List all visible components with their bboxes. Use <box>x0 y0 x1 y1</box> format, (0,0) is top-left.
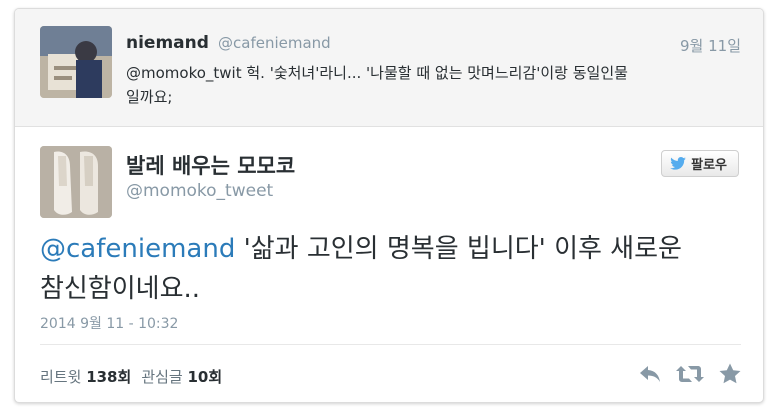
avatar-photo-icon <box>40 26 112 98</box>
favorite-stat[interactable]: 관심글 10회 <box>141 366 222 387</box>
reply-icon[interactable] <box>639 365 661 387</box>
divider <box>40 344 741 345</box>
avatar-ballet-shoes-icon <box>40 146 112 218</box>
tweet-timestamp[interactable]: 2014 9월 11 - 10:32 <box>40 313 178 333</box>
tweet-text: @cafeniemand '삶과 고인의 명복을 빕니다' 이후 새로운 참신함… <box>40 229 740 309</box>
reply-author-handle[interactable]: @cafeniemand <box>218 34 331 52</box>
reply-text-line: @momoko_twit 헉. '숯처녀'라니... '나물할 때 없는 맛며느… <box>126 64 628 82</box>
favorite-star-icon[interactable] <box>719 363 741 388</box>
tweet-text-line: 참신함이네요.. <box>40 274 201 304</box>
retweet-icon[interactable] <box>675 365 705 387</box>
follow-button-label: 팔로우 <box>691 158 727 173</box>
reply-author-name[interactable]: niemand <box>126 33 209 53</box>
tweet-text-part: '삶과 고인의 명복을 빕니다' 이후 새로운 <box>235 234 682 264</box>
follow-button[interactable]: 팔로우 <box>661 150 739 177</box>
reply-author-avatar[interactable] <box>40 26 112 98</box>
favorite-stat-label: 관심글 <box>141 368 183 386</box>
tweet-stats: 리트윗 138회 관심글 10회 <box>40 366 222 387</box>
embedded-tweet-card: niemand @cafeniemand 9월 11일 @momoko_twit… <box>14 8 764 403</box>
retweet-count: 138회 <box>86 368 132 386</box>
retweet-stat[interactable]: 리트윗 138회 <box>40 366 131 387</box>
tweet-author-avatar[interactable] <box>40 146 112 218</box>
tweet-author-name[interactable]: 발레 배우는 모모코 <box>126 150 295 180</box>
reply-to-tweet[interactable]: niemand @cafeniemand 9월 11일 @momoko_twit… <box>15 9 763 127</box>
tweet-text-line: @cafeniemand '삶과 고인의 명복을 빕니다' 이후 새로운 <box>40 229 740 269</box>
reply-text-line: 일까요; <box>126 88 173 106</box>
reply-date[interactable]: 9월 11일 <box>680 35 741 56</box>
tweet-author-handle[interactable]: @momoko_tweet <box>126 181 273 201</box>
reply-text: @momoko_twit 헉. '숯처녀'라니... '나물할 때 없는 맛며느… <box>126 61 746 109</box>
tweet-actions <box>639 363 741 388</box>
twitter-bird-icon <box>670 157 686 170</box>
retweet-stat-label: 리트윗 <box>40 368 82 386</box>
mention-link[interactable]: @cafeniemand <box>40 234 235 264</box>
favorite-count: 10회 <box>187 368 223 386</box>
